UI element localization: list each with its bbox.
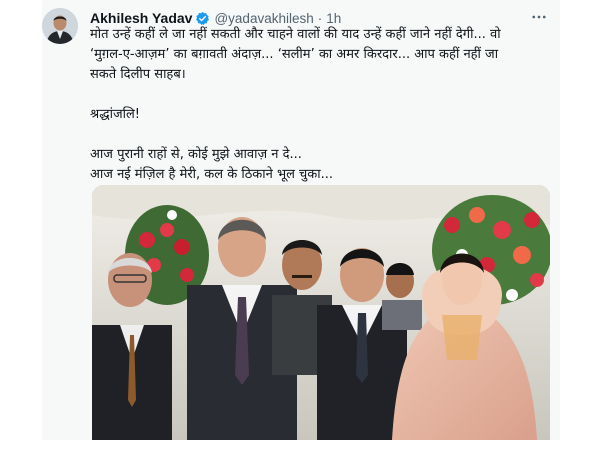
- tweet-text-line: आज पुरानी राहों से, कोई मुझे आवाज़ न दे.…: [90, 147, 302, 162]
- tweet-timestamp[interactable]: 1h: [326, 11, 341, 26]
- verified-badge-icon: [196, 11, 210, 25]
- tweet-text: मोत उन्हें कहीं ले जा नहीं सकती और चाहने…: [90, 25, 550, 185]
- avatar-image: [42, 8, 78, 44]
- separator-dot: ·: [317, 10, 323, 26]
- tweet-text-line: श्रद्धांजलि!: [90, 107, 140, 122]
- tweet-text-line: ‘मुग़ल-ए-आज़म’ का बग़ावती अंदाज़... ‘सली…: [90, 47, 499, 62]
- tweet-card[interactable]: Akhilesh Yadav @yadavakhilesh · 1h मोत उ…: [42, 0, 560, 440]
- author-handle[interactable]: @yadavakhilesh: [214, 11, 313, 26]
- tweet-text-line: आज नई मंज़िल है मेरी, कल के ठिकाने भूल च…: [90, 167, 334, 182]
- tweet-text-line: मोत उन्हें कहीं ले जा नहीं सकती और चाहने…: [90, 27, 501, 42]
- more-options-icon[interactable]: [530, 8, 548, 26]
- tweet-text-line: सकते दिलीप साहब।: [90, 67, 186, 82]
- wedding-reception-photo: [92, 185, 550, 440]
- avatar[interactable]: [42, 8, 78, 44]
- tweet-photo[interactable]: [92, 185, 550, 440]
- author-name[interactable]: Akhilesh Yadav: [90, 10, 192, 26]
